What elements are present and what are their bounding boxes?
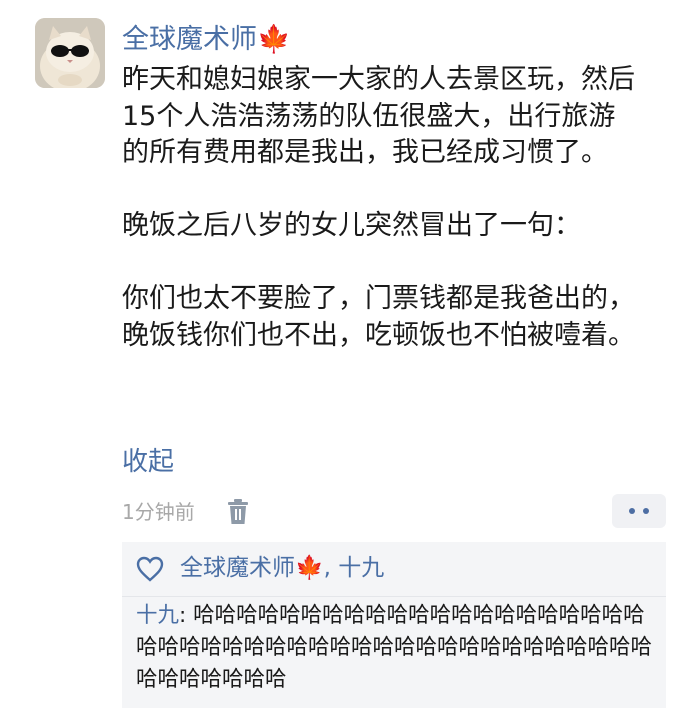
cat-avatar-image — [35, 18, 105, 88]
post-paragraph: 你们也太不要脸了，门票钱都是我爸出的，晚饭钱你们也不出，吃顿饭也不怕被噎着。 — [122, 283, 635, 351]
avatar[interactable] — [35, 18, 105, 88]
post-body: 昨天和媳妇娘家一大家的人去景区玩，然后15个人浩浩荡荡的队伍很盛大，出行旅游的所… — [122, 62, 642, 354]
comment-text: 哈哈哈哈哈哈哈哈哈哈哈哈哈哈哈哈哈哈哈哈哈哈哈哈哈哈哈哈哈哈哈哈哈哈哈哈哈哈哈哈… — [136, 603, 653, 692]
reply-section: 全球魔术师🍁, 十九 十九: 哈哈哈哈哈哈哈哈哈哈哈哈哈哈哈哈哈哈哈哈哈哈哈哈哈… — [122, 542, 666, 708]
comment-separator: : — [179, 603, 194, 628]
more-options-button[interactable] — [612, 494, 666, 528]
reply-comment: 十九: 哈哈哈哈哈哈哈哈哈哈哈哈哈哈哈哈哈哈哈哈哈哈哈哈哈哈哈哈哈哈哈哈哈哈哈哈… — [136, 600, 662, 696]
liked-by-list[interactable]: 全球魔术师🍁, 十九 — [180, 552, 384, 584]
heart-icon[interactable] — [136, 556, 164, 582]
reply-divider — [122, 596, 666, 597]
post-timestamp: 1分钟前 — [122, 500, 195, 524]
comment-author[interactable]: 十九 — [136, 603, 179, 628]
collapse-link[interactable]: 收起 — [122, 444, 174, 480]
post-paragraph: 昨天和媳妇娘家一大家的人去景区玩，然后15个人浩浩荡荡的队伍很盛大，出行旅游的所… — [122, 64, 635, 168]
post-username[interactable]: 全球魔术师🍁 — [122, 22, 291, 58]
more-dots-icon — [629, 508, 635, 514]
more-dots-icon — [643, 508, 649, 514]
trash-icon[interactable] — [226, 499, 250, 525]
post-paragraph: 晚饭之后八岁的女儿突然冒出了一句： — [122, 210, 581, 241]
